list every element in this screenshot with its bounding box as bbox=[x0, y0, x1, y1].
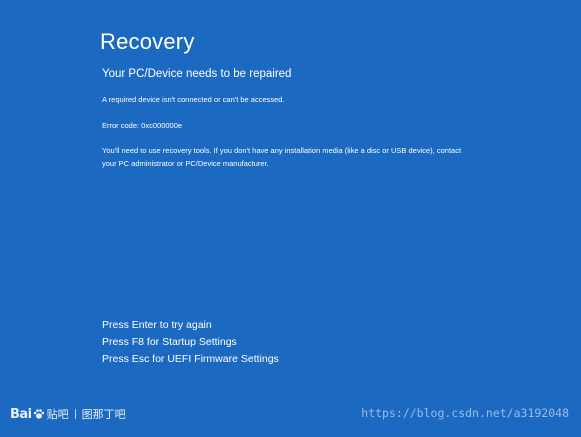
recovery-actions: Press Enter to try again Press F8 for St… bbox=[102, 317, 279, 368]
divider bbox=[74, 409, 76, 419]
action-esc-uefi-settings: Press Esc for UEFI Firmware Settings bbox=[102, 353, 279, 365]
recovery-screen: Recovery Your PC/Device needs to be repa… bbox=[0, 0, 581, 437]
tieba-text: 贴吧 bbox=[46, 408, 69, 421]
page-title: Recovery bbox=[100, 29, 195, 54]
author-text: 图那丁吧 bbox=[81, 408, 126, 421]
action-f8-startup-settings: Press F8 for Startup Settings bbox=[102, 336, 237, 348]
source-url-watermark: https://blog.csdn.net/a3192048 bbox=[361, 406, 569, 420]
recovery-info: You'll need to use recovery tools. If yo… bbox=[102, 146, 462, 168]
paw-icon bbox=[33, 409, 44, 419]
error-message: A required device isn't connected or can… bbox=[102, 95, 285, 104]
baidu-tieba-watermark: Bai 贴吧 图那丁吧 bbox=[10, 406, 126, 422]
action-enter-retry: Press Enter to try again bbox=[102, 319, 212, 331]
page-subtitle: Your PC/Device needs to be repaired bbox=[102, 68, 292, 80]
baidu-logo: Bai bbox=[10, 406, 32, 422]
error-code: Error code: 0xc000000e bbox=[102, 121, 183, 130]
